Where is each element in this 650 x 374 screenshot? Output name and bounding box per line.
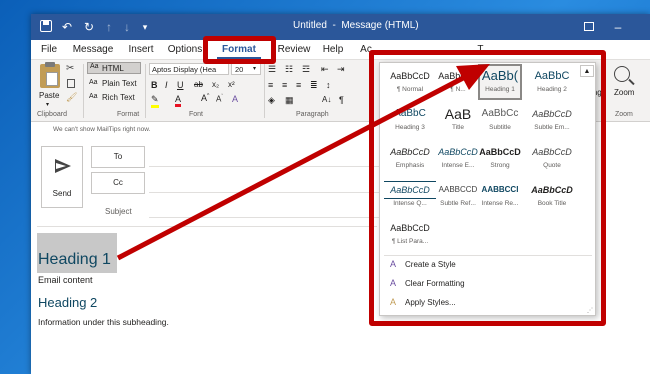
annotation-arrow (116, 64, 490, 261)
annotation-arrow-line (116, 73, 469, 261)
